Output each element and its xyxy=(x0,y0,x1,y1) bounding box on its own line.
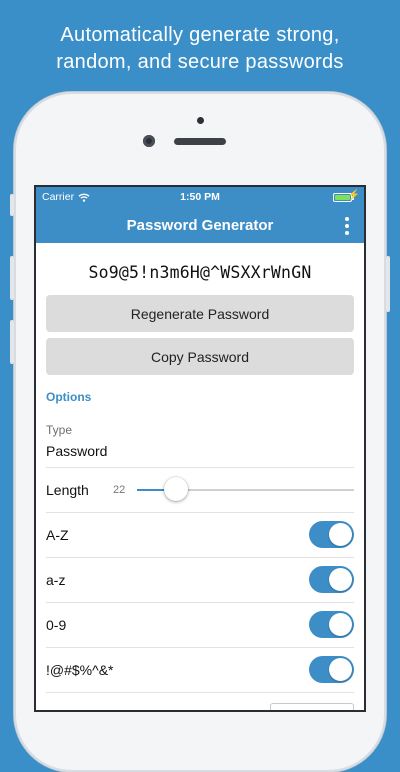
length-row: Length 22 xyxy=(46,468,354,513)
phone-power-button xyxy=(386,256,390,312)
length-slider-thumb[interactable] xyxy=(164,477,189,501)
symbols-toggle[interactable] xyxy=(309,656,354,683)
nav-title: Password Generator xyxy=(126,217,274,234)
generated-password: So9@5!n3m6H@^WSXXrWnGN xyxy=(88,263,312,282)
length-slider[interactable] xyxy=(137,477,354,501)
type-label: Type xyxy=(46,423,73,437)
lowercase-label: a-z xyxy=(46,572,66,588)
options-section-title: Options xyxy=(46,390,92,404)
earpiece-speaker xyxy=(174,138,226,145)
phone-volume-down xyxy=(10,320,14,364)
promo-headline: Automatically generate strong, random, a… xyxy=(0,22,400,76)
app-screen: Carrier 1:50 PM ⚡ Password Generator So9… xyxy=(36,187,364,710)
type-value: Password xyxy=(46,443,108,459)
proximity-sensor xyxy=(197,117,204,124)
more-vertical-icon[interactable] xyxy=(342,217,352,235)
next-option-row xyxy=(46,693,354,710)
uppercase-toggle[interactable] xyxy=(309,521,354,548)
toggle-row-digits: 0-9 xyxy=(46,603,354,648)
promo-line-1: Automatically generate strong, xyxy=(60,24,340,46)
front-camera-icon xyxy=(143,135,155,147)
type-selector[interactable]: Type Password xyxy=(46,423,354,468)
digits-toggle[interactable] xyxy=(309,611,354,638)
toggle-row-lowercase: a-z xyxy=(46,558,354,603)
copy-password-button[interactable]: Copy Password xyxy=(46,338,354,375)
toggle-row-uppercase: A-Z xyxy=(46,513,354,558)
toggle-row-symbols: !@#$%^&* xyxy=(46,648,354,693)
segmented-control[interactable] xyxy=(270,703,354,710)
navigation-bar: Password Generator xyxy=(36,208,364,243)
phone-mute-switch xyxy=(10,194,14,216)
status-time: 1:50 PM xyxy=(180,191,220,203)
digits-label: 0-9 xyxy=(46,617,67,633)
lowercase-toggle[interactable] xyxy=(309,566,354,593)
status-bar: Carrier 1:50 PM ⚡ xyxy=(36,187,364,208)
length-label: Length xyxy=(46,482,89,498)
regenerate-password-button[interactable]: Regenerate Password xyxy=(46,295,354,332)
charging-icon: ⚡ xyxy=(347,190,360,201)
phone-volume-up xyxy=(10,256,14,300)
promo-line-2: random, and secure passwords xyxy=(56,51,344,73)
symbols-label: !@#$%^&* xyxy=(46,662,114,678)
uppercase-label: A-Z xyxy=(46,527,69,543)
length-value: 22 xyxy=(113,484,126,496)
